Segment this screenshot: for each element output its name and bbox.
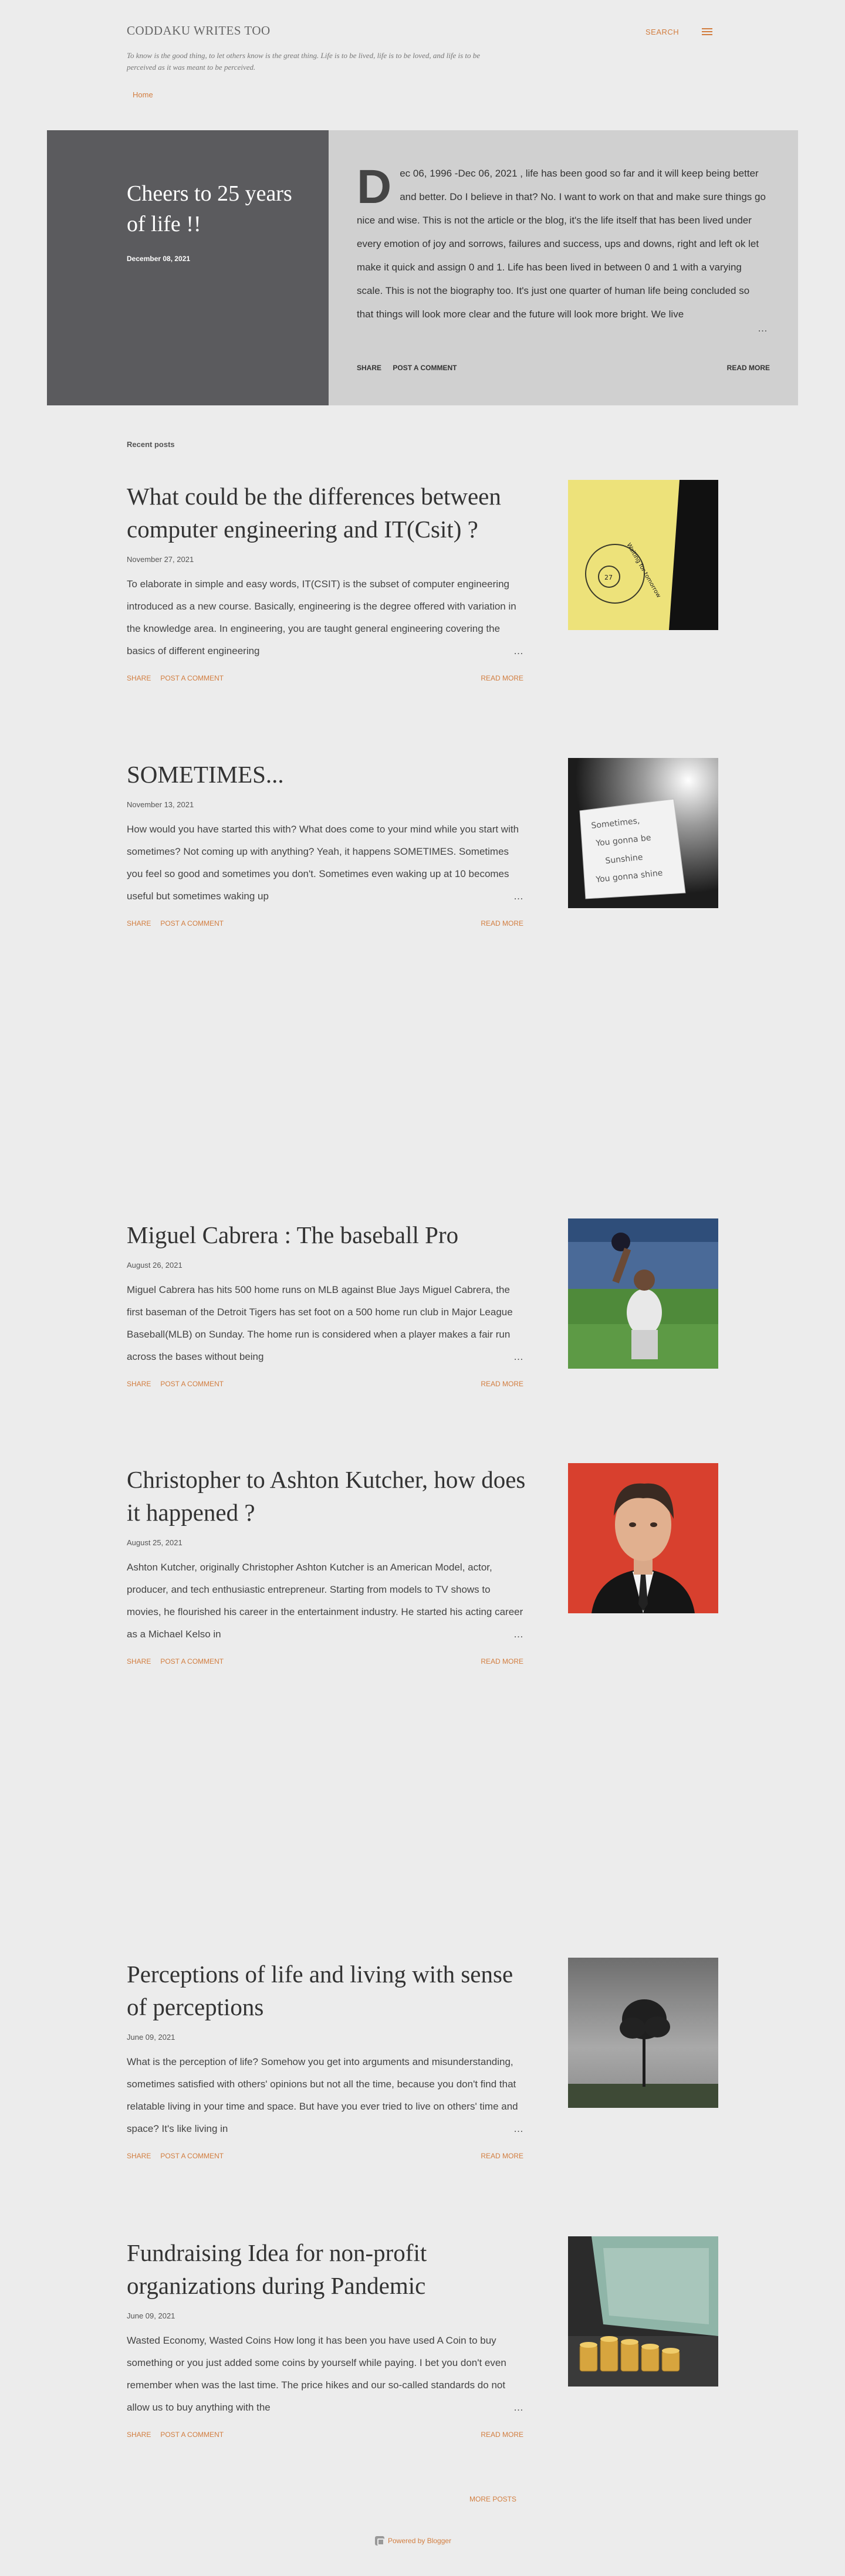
site-header: CODDAKU WRITES TOO To know is the good t… bbox=[127, 23, 718, 73]
post-actions: SHARE POST A COMMENT READ MORE bbox=[127, 2431, 523, 2439]
snippet-ellipsis: … bbox=[459, 885, 523, 908]
post-actions: SHARE POST A COMMENT READ MORE bbox=[127, 2152, 523, 2160]
site-title[interactable]: CODDAKU WRITES TOO bbox=[127, 23, 718, 38]
post-snippet: How would you have started this with? Wh… bbox=[127, 818, 523, 908]
post-snippet-text: Miguel Cabrera has hits 500 home runs on… bbox=[127, 1284, 513, 1362]
share-button[interactable]: SHARE bbox=[127, 1657, 151, 1666]
sticky-note-image: 27 Waiting for tomorrow bbox=[568, 480, 718, 630]
post-actions: SHARE POST A COMMENT READ MORE bbox=[127, 919, 523, 928]
sticky-note-number: 27 bbox=[604, 574, 613, 581]
post-thumbnail[interactable] bbox=[568, 1218, 718, 1369]
post-thumbnail[interactable] bbox=[568, 1463, 718, 1613]
powered-by-blogger[interactable]: Powered by Blogger bbox=[375, 2536, 451, 2545]
share-button[interactable]: SHARE bbox=[127, 919, 151, 928]
post-snippet-text: To elaborate in simple and easy words, I… bbox=[127, 578, 516, 656]
baseball-player-image bbox=[568, 1218, 718, 1369]
comment-button[interactable]: POST A COMMENT bbox=[160, 2431, 224, 2439]
featured-comment-button[interactable]: POST A COMMENT bbox=[393, 364, 457, 372]
post-thumbnail[interactable]: Sometimes, You gonna be Sunshine You gon… bbox=[568, 758, 718, 908]
comment-button[interactable]: POST A COMMENT bbox=[160, 919, 224, 928]
share-button[interactable]: SHARE bbox=[127, 674, 151, 682]
share-button[interactable]: SHARE bbox=[127, 2431, 151, 2439]
post-title[interactable]: What could be the differences between co… bbox=[127, 480, 526, 546]
snippet-ellipsis: … bbox=[459, 640, 523, 662]
post-snippet: Miguel Cabrera has hits 500 home runs on… bbox=[127, 1279, 523, 1368]
post-snippet: Ashton Kutcher, originally Christopher A… bbox=[127, 1556, 523, 1646]
featured-post-title[interactable]: Cheers to 25 years of life !! bbox=[127, 178, 303, 239]
post-thumbnail[interactable]: 27 Waiting for tomorrow bbox=[568, 480, 718, 630]
featured-ellipsis: … bbox=[703, 317, 768, 340]
post-snippet-text: Wasted Economy, Wasted Coins How long it… bbox=[127, 2335, 506, 2413]
site-description: To know is the good thing, to let others… bbox=[127, 51, 481, 72]
featured-post-date[interactable]: December 08, 2021 bbox=[127, 255, 329, 263]
portrait-image bbox=[568, 1463, 718, 1613]
post-actions: SHARE POST A COMMENT READ MORE bbox=[127, 674, 523, 682]
post-title[interactable]: Miguel Cabrera : The baseball Pro bbox=[127, 1218, 526, 1251]
featured-dropcap: D bbox=[357, 162, 392, 214]
post-thumbnail[interactable] bbox=[568, 1958, 718, 2108]
post-card: SOMETIMES... November 13, 2021 How would… bbox=[127, 758, 718, 928]
read-more-button[interactable]: READ MORE bbox=[481, 1657, 523, 1666]
post-card: Perceptions of life and living with sens… bbox=[127, 1958, 718, 2160]
post-snippet: Wasted Economy, Wasted Coins How long it… bbox=[127, 2330, 523, 2419]
comment-button[interactable]: POST A COMMENT bbox=[160, 1380, 224, 1388]
share-button[interactable]: SHARE bbox=[127, 1380, 151, 1388]
post-card: Fundraising Idea for non-profit organiza… bbox=[127, 2236, 718, 2439]
menu-icon[interactable] bbox=[702, 28, 712, 36]
post-actions: SHARE POST A COMMENT READ MORE bbox=[127, 1657, 523, 1666]
post-snippet: What is the perception of life? Somehow … bbox=[127, 2051, 523, 2140]
nav-home-link[interactable]: Home bbox=[127, 90, 159, 99]
featured-post: Cheers to 25 years of life !! December 0… bbox=[47, 130, 798, 405]
coins-laptop-image bbox=[568, 2236, 718, 2387]
post-title[interactable]: Perceptions of life and living with sens… bbox=[127, 1958, 526, 2023]
post-snippet: To elaborate in simple and easy words, I… bbox=[127, 573, 523, 662]
read-more-button[interactable]: READ MORE bbox=[481, 919, 523, 928]
post-title[interactable]: Christopher to Ashton Kutcher, how does … bbox=[127, 1463, 526, 1529]
powered-by-text: Powered by Blogger bbox=[388, 2537, 452, 2545]
lone-tree-image bbox=[568, 1958, 718, 2108]
post-card: Miguel Cabrera : The baseball Pro August… bbox=[127, 1218, 718, 1388]
note-in-light-image: Sometimes, You gonna be Sunshine You gon… bbox=[568, 758, 718, 908]
snippet-ellipsis: … bbox=[459, 2396, 523, 2419]
featured-snippet-text: ec 06, 1996 -Dec 06, 2021 , life has bee… bbox=[357, 168, 766, 320]
read-more-button[interactable]: READ MORE bbox=[481, 2152, 523, 2160]
snippet-ellipsis: … bbox=[459, 2118, 523, 2140]
comment-button[interactable]: POST A COMMENT bbox=[160, 674, 224, 682]
post-title[interactable]: SOMETIMES... bbox=[127, 758, 526, 791]
featured-read-more-button[interactable]: READ MORE bbox=[727, 364, 770, 372]
featured-post-actions: SHARE POST A COMMENT READ MORE bbox=[357, 364, 770, 372]
more-posts-link[interactable]: MORE POSTS bbox=[469, 2495, 516, 2503]
comment-button[interactable]: POST A COMMENT bbox=[160, 2152, 224, 2160]
comment-button[interactable]: POST A COMMENT bbox=[160, 1657, 224, 1666]
post-title[interactable]: Fundraising Idea for non-profit organiza… bbox=[127, 2236, 526, 2302]
recent-posts-heading: Recent posts bbox=[127, 440, 175, 449]
read-more-button[interactable]: READ MORE bbox=[481, 674, 523, 682]
post-card: What could be the differences between co… bbox=[127, 480, 718, 682]
read-more-button[interactable]: READ MORE bbox=[481, 2431, 523, 2439]
featured-share-button[interactable]: SHARE bbox=[357, 364, 381, 372]
search-button[interactable]: SEARCH bbox=[645, 28, 679, 36]
featured-post-snippet: Dec 06, 1996 -Dec 06, 2021 , life has be… bbox=[357, 162, 768, 340]
post-card: Christopher to Ashton Kutcher, how does … bbox=[127, 1463, 718, 1666]
blogger-icon bbox=[375, 2536, 384, 2545]
share-button[interactable]: SHARE bbox=[127, 2152, 151, 2160]
snippet-ellipsis: … bbox=[459, 1346, 523, 1368]
post-thumbnail[interactable] bbox=[568, 2236, 718, 2387]
snippet-ellipsis: … bbox=[459, 1623, 523, 1646]
featured-post-body: Dec 06, 1996 -Dec 06, 2021 , life has be… bbox=[329, 130, 798, 405]
read-more-button[interactable]: READ MORE bbox=[481, 1380, 523, 1388]
featured-post-header: Cheers to 25 years of life !! December 0… bbox=[47, 130, 329, 405]
post-actions: SHARE POST A COMMENT READ MORE bbox=[127, 1380, 523, 1388]
